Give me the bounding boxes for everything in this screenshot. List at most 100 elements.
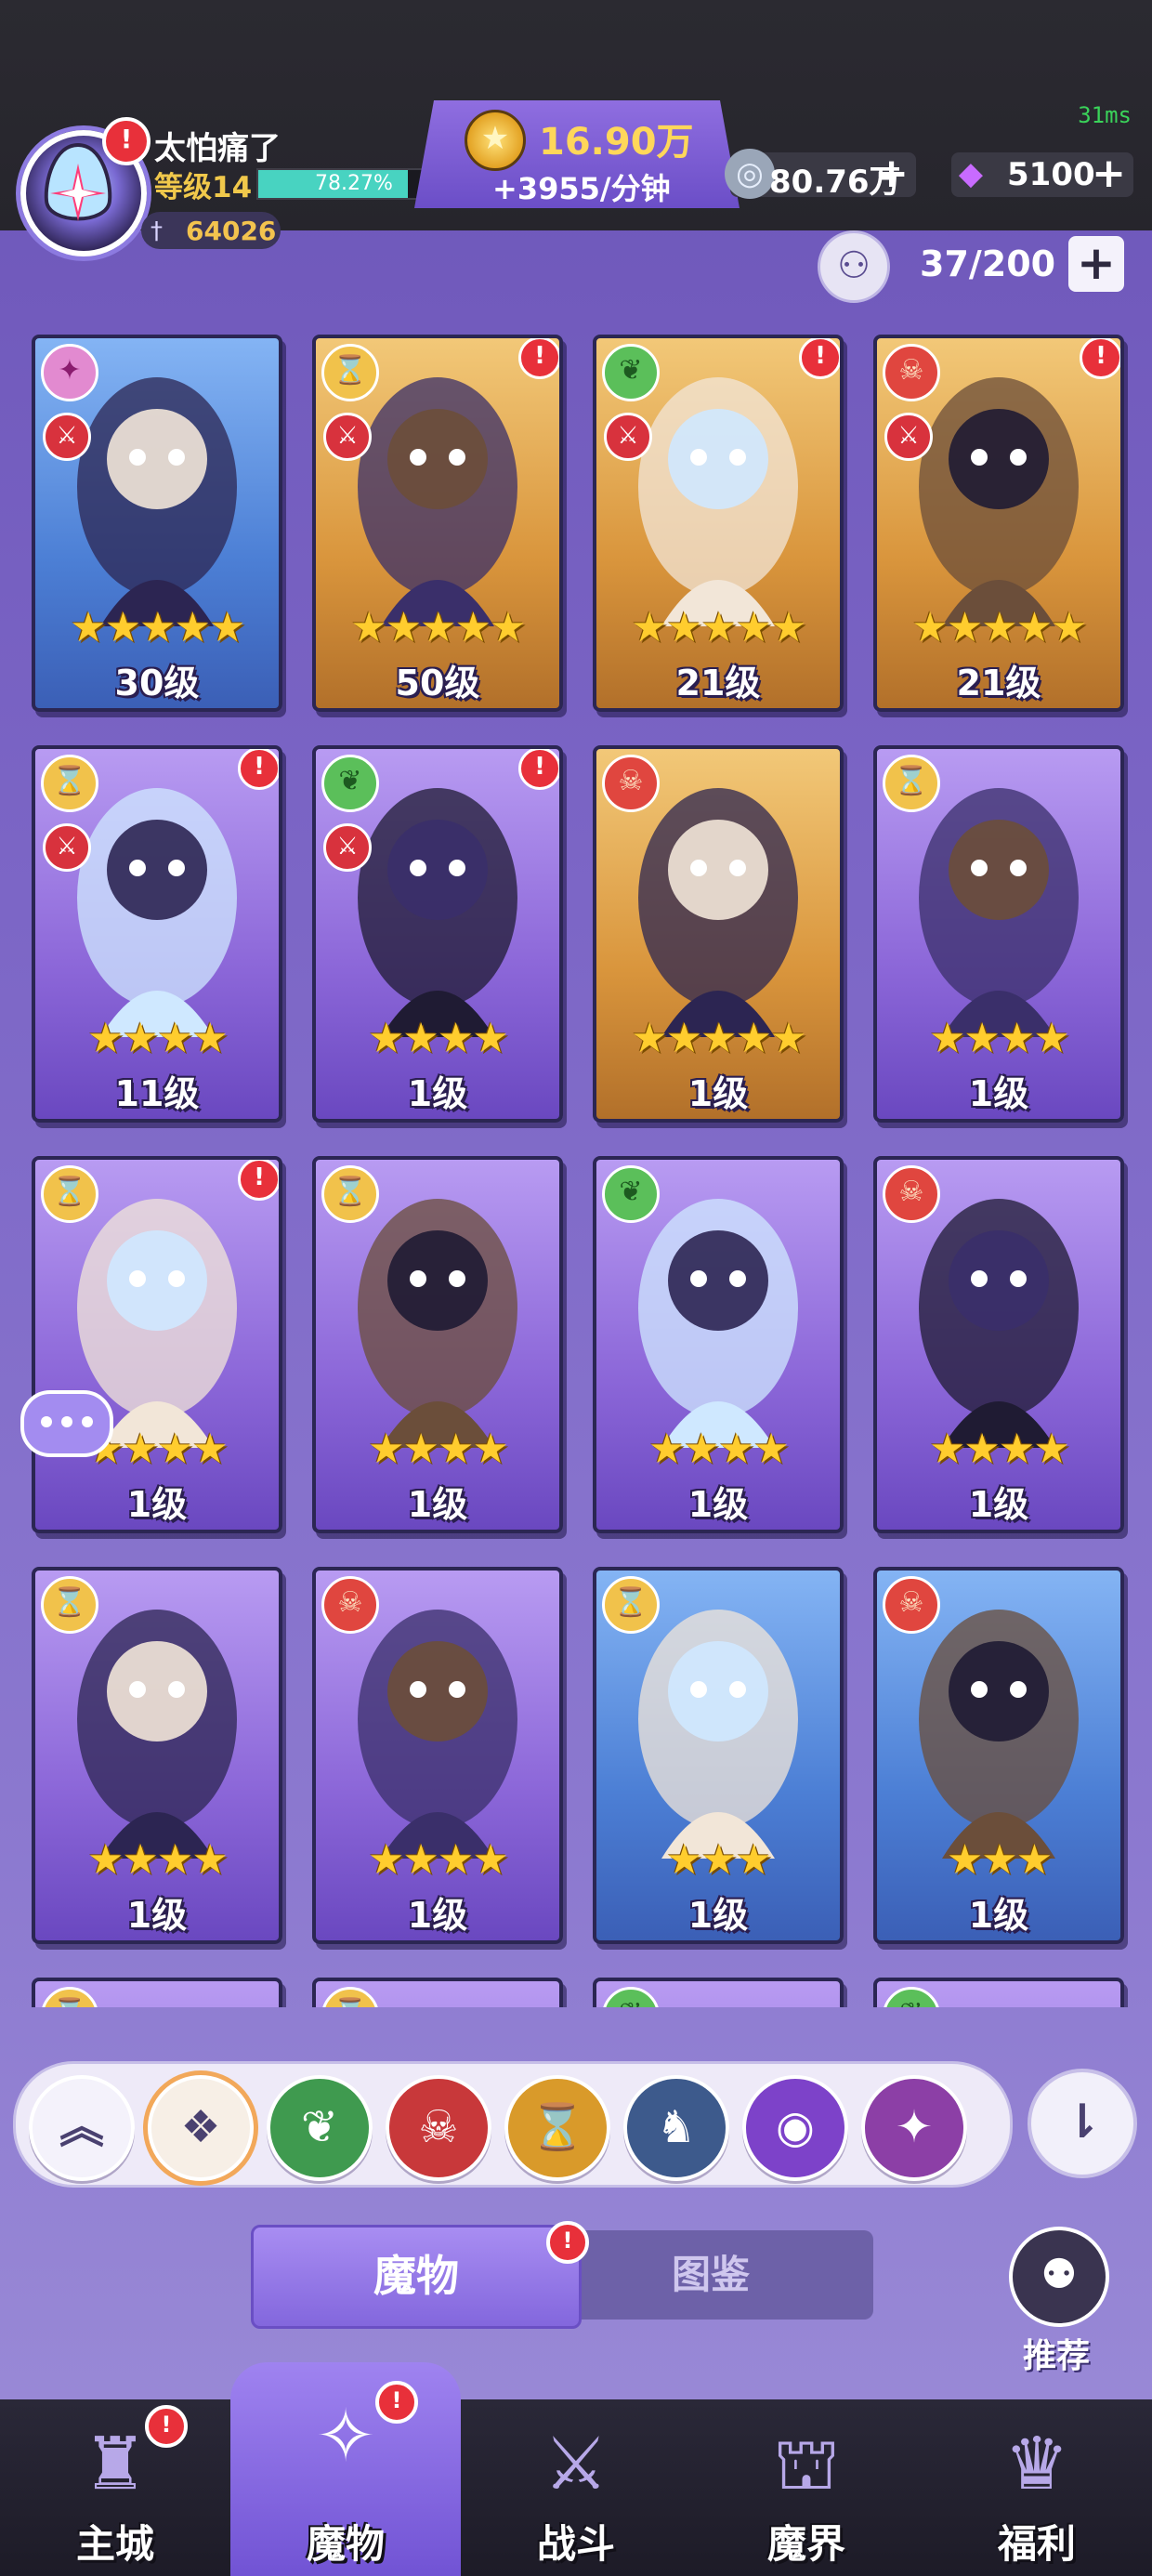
monster-level: 1级 [687, 1073, 749, 1114]
star-rating: ★★★★ [87, 1015, 229, 1062]
star-rating: ★★★★★ [70, 604, 245, 651]
tab-monsters[interactable]: 魔物 [251, 2225, 582, 2329]
filter-all-button[interactable]: ❖ [148, 2075, 254, 2181]
nav-label: 主城 [75, 2521, 154, 2567]
nav-treasure-chest[interactable]: ♛ 福利 [922, 2399, 1152, 2576]
star-rating: ★★★★ [929, 1426, 1070, 1473]
nav-sword-shield[interactable]: ⚔ 战斗 [461, 2399, 691, 2576]
leaf-icon: ❦ [602, 344, 660, 401]
combat-power: † 64026 [141, 212, 281, 249]
view-tabs: 图鉴 魔物 ! [251, 2221, 901, 2329]
add-gems-button[interactable]: + [1092, 152, 1126, 195]
nav-lock-portal[interactable]: ⛫ 魔界 [691, 2399, 922, 2576]
roster-count: 37/200 [920, 243, 1056, 284]
monster-card[interactable]: ⌛ ⚔ ★★★★★ 50级! [312, 335, 563, 712]
monster-card[interactable]: ❦ ⚔ ★★★★★ 21级! [593, 335, 844, 712]
monster-level: 1级 [126, 1895, 188, 1936]
team-icon: ⚉ [1009, 2227, 1109, 2327]
nav-monster-flame[interactable]: ✧ 魔物! [230, 2362, 461, 2576]
star-rating: ★★★★ [929, 1015, 1070, 1062]
monster-card[interactable]: ✦ ⚔ ★★★★★ 30级 [32, 335, 282, 712]
ping-indicator: 31ms [1078, 102, 1132, 128]
monster-card[interactable]: ⌛ ★★★★ 1级 [873, 745, 1124, 1123]
monster-card[interactable]: ⌛ ⚔ ★★★★ 11级! [32, 745, 282, 1123]
star-rating: ★★★ [665, 1836, 772, 1884]
filter-collapse-button[interactable]: ︽ [29, 2075, 135, 2181]
gold-income-rate: +3955/分钟 [492, 171, 671, 206]
monster-level: 1级 [687, 1895, 749, 1936]
monster-level: 1级 [687, 1484, 749, 1525]
player-level: 等级14 [154, 171, 253, 204]
monster-card[interactable]: ❦ ⚔ ★★★★ 1级! [312, 745, 563, 1123]
hourglass-icon: ⌛ [41, 1165, 98, 1223]
hourglass-icon: ⌛ [602, 1576, 660, 1634]
monster-level: 21级 [675, 663, 761, 703]
monster-level: 1级 [968, 1895, 1029, 1936]
hourglass-icon: ⌛ [321, 1165, 379, 1223]
monster-card[interactable]: ⌛ ★★★ 1级 [593, 1567, 844, 1944]
sort-button[interactable]: ⇂ [1028, 2069, 1137, 2178]
sword-icon: ⚔ [323, 413, 372, 461]
filter-dragon-button[interactable]: ♞ [623, 2075, 729, 2181]
monster-grid: ✦ ⚔ ★★★★★ 30级 ⌛ ⚔ ★★★★★ 50级! ❦ ⚔ ★★★★★ 21级! ☠ ⚔ ★★★★★ 2… [32, 335, 1128, 2007]
monster-card[interactable]: ❦ [593, 1978, 844, 2007]
new-alert-badge: ! [799, 338, 840, 379]
filter-time-button[interactable]: ⌛ [504, 2075, 610, 2181]
demon-skull-icon: ☠ [883, 344, 940, 401]
new-alert-badge: ! [518, 749, 559, 790]
nav-alert-badge: ! [375, 2381, 418, 2424]
leaf-icon: ❦ [883, 1987, 940, 2007]
filter-eye-button[interactable]: ◉ [742, 2075, 848, 2181]
tab-codex[interactable]: 图鉴 [548, 2230, 873, 2320]
monster-level: 1级 [126, 1484, 188, 1525]
expand-roster-button[interactable]: + [1068, 236, 1124, 292]
new-alert-badge: ! [1080, 338, 1120, 379]
monster-level: 1级 [407, 1073, 468, 1114]
monster-card[interactable]: ⌛ [312, 1978, 563, 2007]
monster-card[interactable]: ☠ ★★★★★ 1级 [593, 745, 844, 1123]
filter-demon-button[interactable]: ☠ [386, 2075, 491, 2181]
monster-card[interactable]: ⌛ [32, 1978, 282, 2007]
star-rating: ★★★★ [648, 1426, 790, 1473]
monster-level: 11级 [114, 1073, 200, 1114]
monster-level: 1级 [968, 1484, 1029, 1525]
add-silver-button[interactable]: + [874, 152, 909, 195]
star-rating: ★★★★★ [350, 604, 526, 651]
monster-card[interactable]: ⌛ ★★★★ 1级 [312, 1156, 563, 1533]
nav-alert-badge: ! [145, 2405, 188, 2448]
sword-icon: ⚔ [604, 413, 652, 461]
player-name: 太怕痛了 [154, 130, 281, 167]
monster-card[interactable]: ☠ ⚔ ★★★★★ 21级! [873, 335, 1124, 712]
monster-card[interactable]: ☠ ★★★★ 1级 [312, 1567, 563, 1944]
chat-bubble-button[interactable] [20, 1390, 113, 1457]
gold-coin-icon: ★ [465, 110, 526, 171]
cat-mask-icon: ⚇ [818, 230, 890, 303]
avatar-alert-badge: ! [102, 117, 151, 165]
silver-coin-icon: ◎ [725, 149, 775, 199]
star-rating: ★★★★ [368, 1426, 509, 1473]
monster-card[interactable]: ❦ [873, 1978, 1124, 2007]
filter-void-button[interactable]: ✦ [861, 2075, 967, 2181]
monster-card[interactable]: ☠ ★★★ 1级 [873, 1567, 1124, 1944]
combat-power-value: 64026 [186, 216, 277, 246]
sword-icon: ⚔ [884, 413, 933, 461]
star-rating: ★★★★★ [631, 604, 806, 651]
monster-card[interactable]: ❦ ★★★★ 1级 [593, 1156, 844, 1533]
lock-portal-icon: ⛫ [773, 2423, 840, 2506]
new-alert-badge: ! [238, 749, 279, 790]
sort-icon: ⇂ [1063, 2095, 1102, 2149]
tab-monsters-badge: ! [546, 2221, 589, 2264]
leaf-icon: ❦ [602, 1165, 660, 1223]
filter-nature-button[interactable]: ❦ [267, 2075, 373, 2181]
nav-label: 福利 [997, 2521, 1076, 2567]
monster-card[interactable]: ☠ ★★★★ 1级 [873, 1156, 1124, 1533]
recommend-label: 推荐 [1022, 2337, 1090, 2375]
swirl-icon: ✦ [41, 344, 98, 401]
monster-card[interactable]: ⌛ ★★★★ 1级! [32, 1156, 282, 1533]
recommend-button[interactable]: ⚉ 推荐 [1005, 2227, 1109, 2375]
demon-skull-icon: ☠ [602, 755, 660, 812]
hourglass-icon: ⌛ [883, 755, 940, 812]
monster-card[interactable]: ⌛ ★★★★ 1级 [32, 1567, 282, 1944]
treasure-chest-icon: ♛ [1004, 2423, 1069, 2506]
nav-castle[interactable]: ♜ 主城! [0, 2399, 230, 2576]
